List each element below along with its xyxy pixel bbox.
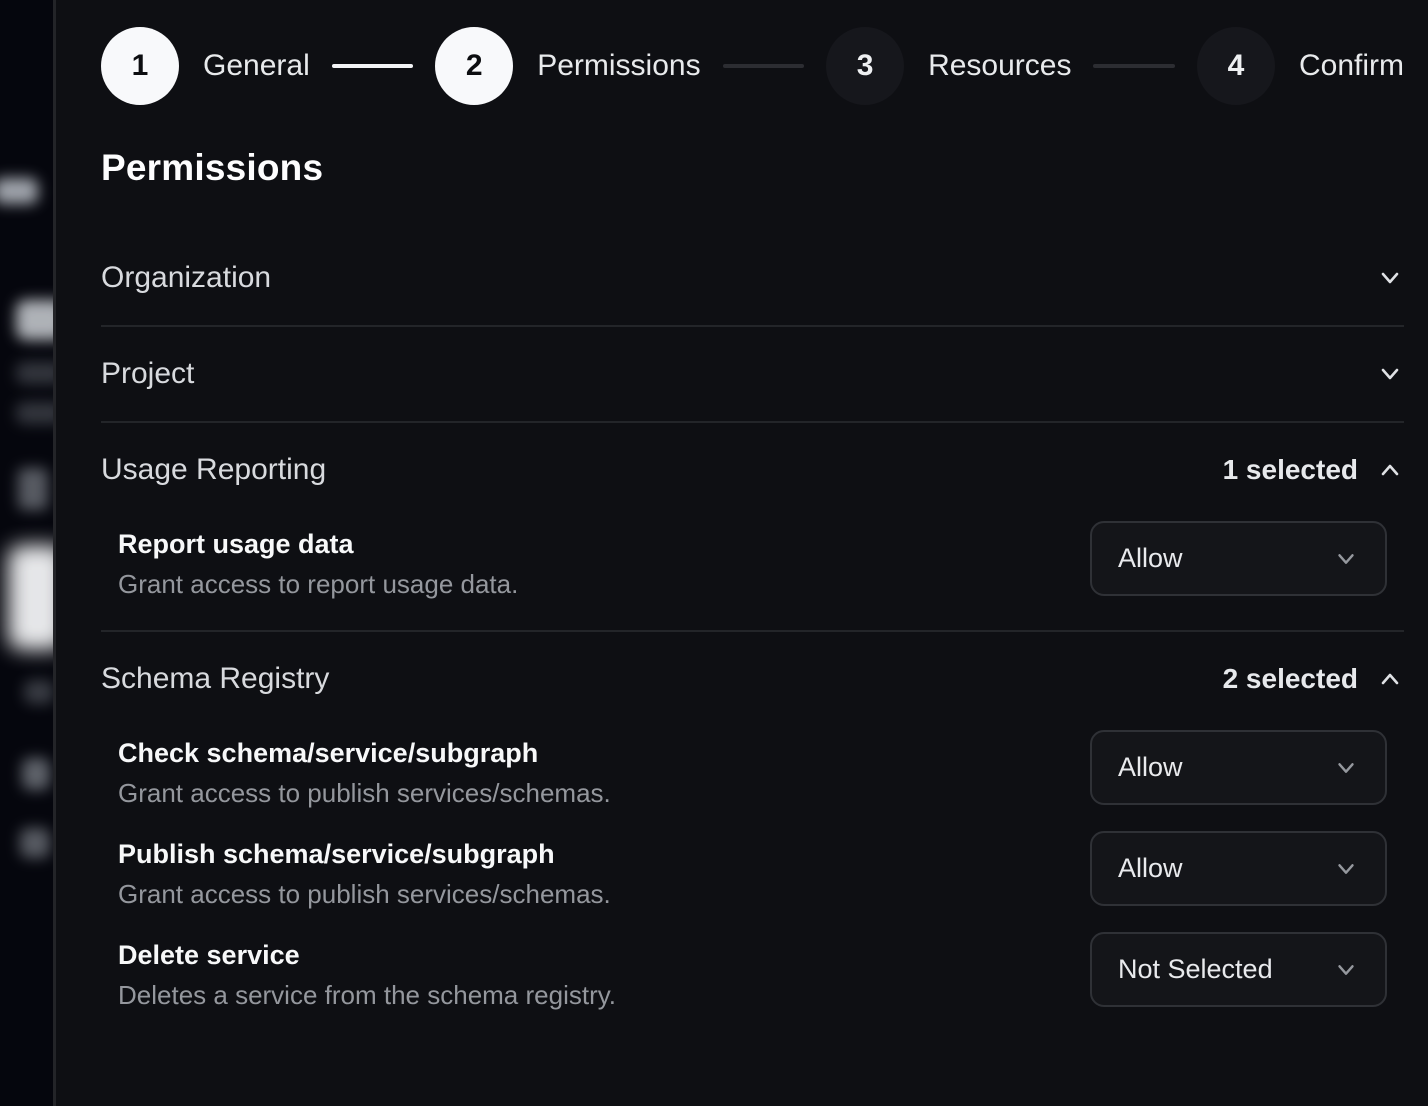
permission-description: Deletes a service from the schema regist… (118, 980, 616, 1011)
permission-select-publish-schema[interactable]: Allow (1090, 831, 1387, 906)
permission-row-report-usage-data: Report usage data Grant access to report… (118, 521, 1404, 600)
step-label: General (203, 49, 310, 83)
chevron-down-icon (1333, 856, 1359, 882)
chevron-down-icon (1376, 264, 1404, 292)
section-title: Project (101, 357, 194, 391)
chevron-up-icon (1376, 665, 1404, 693)
permission-row-check-schema: Check schema/service/subgraph Grant acce… (118, 730, 1404, 809)
section-toggle-project[interactable]: Project (101, 327, 1404, 421)
chevron-down-icon (1376, 360, 1404, 388)
wizard-stepper: 1 General 2 Permissions 3 Resources 4 Co… (101, 27, 1404, 105)
permission-title: Report usage data (118, 529, 518, 560)
stepper-connector (723, 64, 804, 68)
stepper-step-permissions[interactable]: 2 Permissions (435, 27, 700, 105)
permission-text: Publish schema/service/subgraph Grant ac… (118, 831, 611, 910)
section-toggle-usage-reporting[interactable]: Usage Reporting 1 selected (101, 423, 1404, 517)
permission-title: Publish schema/service/subgraph (118, 839, 611, 870)
permission-description: Grant access to publish services/schemas… (118, 879, 611, 910)
section-toggle-schema-registry[interactable]: Schema Registry 2 selected (101, 632, 1404, 726)
permission-title: Check schema/service/subgraph (118, 738, 611, 769)
blurred-background-shape (16, 300, 53, 340)
step-label: Resources (928, 49, 1071, 83)
permission-title: Delete service (118, 940, 616, 971)
chevron-down-icon (1333, 546, 1359, 572)
section-title: Usage Reporting (101, 453, 326, 487)
step-number-badge: 3 (826, 27, 904, 105)
stepper-step-confirm[interactable]: 4 Confirm (1197, 27, 1404, 105)
chevron-down-icon (1333, 957, 1359, 983)
section-title: Organization (101, 261, 271, 295)
select-value: Allow (1118, 752, 1183, 783)
permission-text: Report usage data Grant access to report… (118, 521, 518, 600)
chevron-down-icon (1333, 755, 1359, 781)
blurred-background-shape (24, 680, 53, 704)
selected-count-badge: 1 selected (1223, 454, 1358, 486)
step-number-badge: 4 (1197, 27, 1275, 105)
permission-description: Grant access to publish services/schemas… (118, 778, 611, 809)
stepper-step-general[interactable]: 1 General (101, 27, 310, 105)
blurred-background-shape (18, 468, 48, 510)
permission-text: Check schema/service/subgraph Grant acce… (118, 730, 611, 809)
blurred-background-shape (8, 545, 53, 650)
section-header-right: 2 selected (1223, 663, 1404, 695)
create-api-key-wizard: 1 General 2 Permissions 3 Resources 4 Co… (0, 0, 1428, 1106)
permission-sections: Organization Project Usage Reporting 1 s… (101, 231, 1404, 1041)
permission-row-publish-schema: Publish schema/service/subgraph Grant ac… (118, 831, 1404, 910)
page-title: Permissions (101, 147, 1404, 189)
selected-count-badge: 2 selected (1223, 663, 1358, 695)
step-number-badge: 1 (101, 27, 179, 105)
usage-reporting-items: Report usage data Grant access to report… (101, 517, 1404, 630)
background-page-blurred (0, 0, 53, 1106)
blurred-background-shape (22, 758, 50, 790)
select-value: Not Selected (1118, 954, 1273, 985)
blurred-background-shape (16, 402, 53, 424)
section-title: Schema Registry (101, 662, 329, 696)
blurred-background-shape (16, 362, 53, 384)
permission-text: Delete service Deletes a service from th… (118, 932, 616, 1011)
permission-select-check-schema[interactable]: Allow (1090, 730, 1387, 805)
step-label: Permissions (537, 49, 700, 83)
select-value: Allow (1118, 543, 1183, 574)
section-header-right: 1 selected (1223, 454, 1404, 486)
schema-registry-items: Check schema/service/subgraph Grant acce… (101, 726, 1404, 1041)
blurred-background-shape (0, 178, 38, 204)
permission-row-delete-service: Delete service Deletes a service from th… (118, 932, 1404, 1011)
section-toggle-organization[interactable]: Organization (101, 231, 1404, 325)
permission-description: Grant access to report usage data. (118, 569, 518, 600)
permissions-step-panel: 1 General 2 Permissions 3 Resources 4 Co… (56, 0, 1428, 1106)
stepper-connector (1093, 64, 1174, 68)
stepper-connector (332, 64, 413, 68)
permission-select-report-usage-data[interactable]: Allow (1090, 521, 1387, 596)
blurred-background-shape (20, 828, 50, 858)
chevron-up-icon (1376, 456, 1404, 484)
stepper-step-resources[interactable]: 3 Resources (826, 27, 1071, 105)
select-value: Allow (1118, 853, 1183, 884)
step-number-badge: 2 (435, 27, 513, 105)
permission-select-delete-service[interactable]: Not Selected (1090, 932, 1387, 1007)
step-label: Confirm (1299, 49, 1404, 83)
